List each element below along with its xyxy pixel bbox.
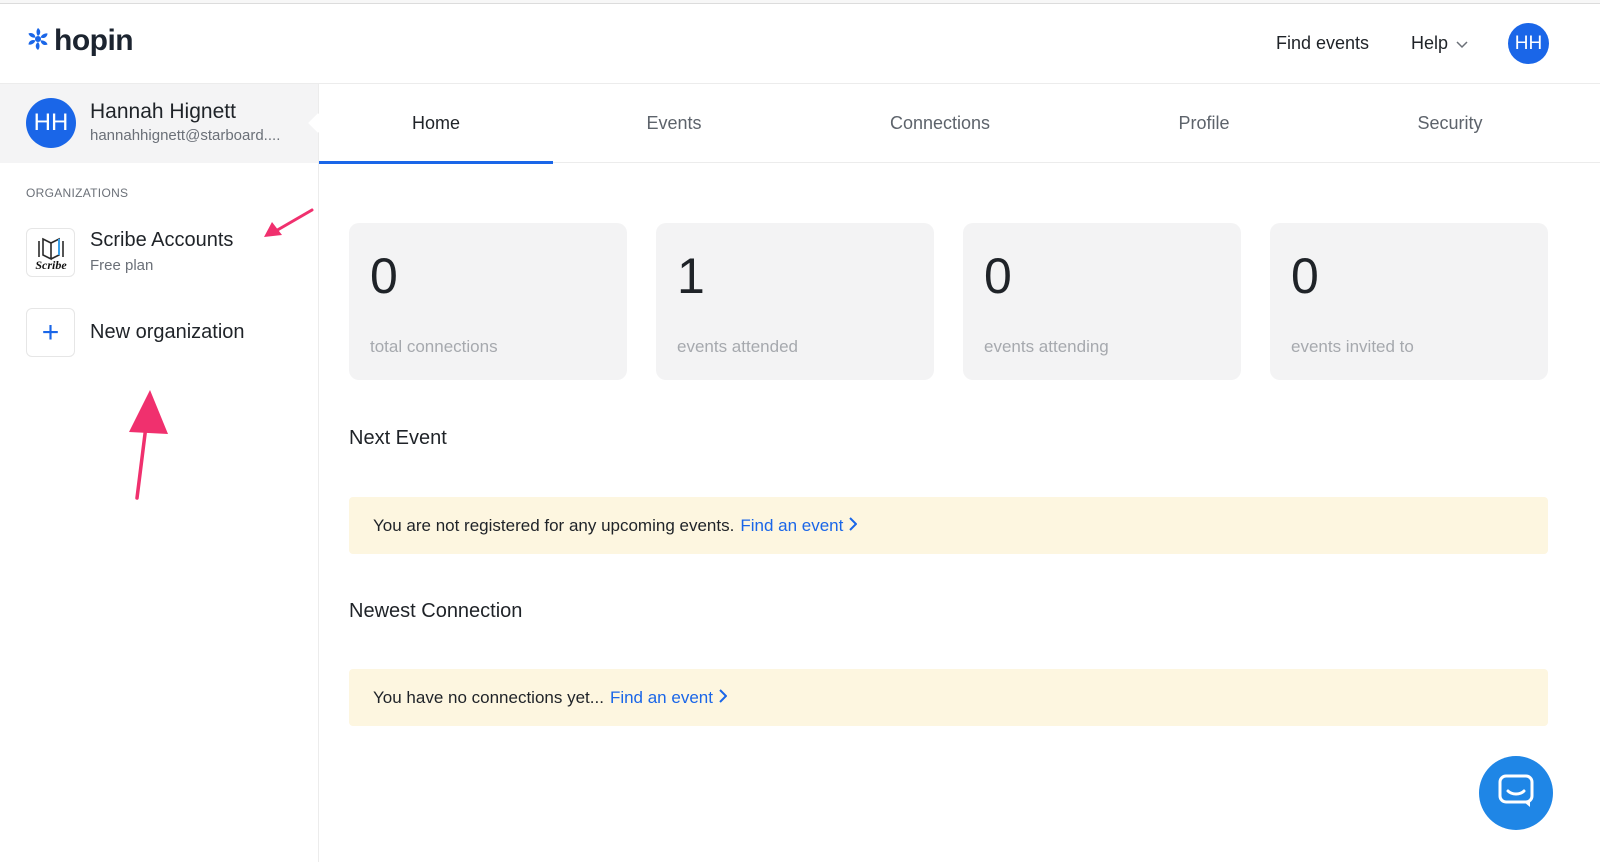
chat-icon	[1498, 774, 1534, 813]
next-event-message: You are not registered for any upcoming …	[373, 515, 735, 535]
stat-value: 0	[370, 248, 398, 304]
tab-security[interactable]: Security	[1323, 84, 1577, 163]
tab-bar: Home Events Connections Profile Security	[319, 84, 1600, 164]
organizations-heading: ORGANIZATIONS	[26, 186, 129, 200]
plus-icon: +	[26, 308, 75, 357]
org-plan: Free plan	[90, 257, 154, 274]
tab-connections[interactable]: Connections	[795, 84, 1085, 163]
stat-value: 1	[677, 248, 705, 304]
newest-connection-message: You have no connections yet...	[373, 687, 604, 707]
annotation-arrow-icon	[129, 390, 168, 500]
org-name: Scribe Accounts	[90, 229, 234, 251]
next-event-notice: You are not registered for any upcoming …	[349, 497, 1548, 554]
scribe-logo-text: Scribe	[35, 258, 67, 272]
scribe-logo: Scribe	[26, 228, 75, 277]
chevron-right-icon	[719, 688, 728, 708]
stat-value: 0	[984, 248, 1012, 304]
stat-value: 0	[1291, 248, 1319, 304]
chevron-down-icon	[1456, 33, 1468, 54]
annotation-arrow-icon	[264, 208, 314, 237]
stat-card-events-attended: 1 events attended	[656, 223, 934, 380]
stat-label: events attending	[984, 337, 1109, 356]
help-label: Help	[1411, 33, 1449, 53]
stat-label: total connections	[370, 337, 498, 356]
user-name: Hannah Hignett	[90, 100, 236, 123]
new-organization-label: New organization	[90, 321, 245, 343]
tab-home[interactable]: Home	[319, 84, 553, 164]
stat-card-total-connections: 0 total connections	[349, 223, 627, 380]
sidebar-item-scribe-accounts[interactable]: Scribe Scribe Accounts Free plan	[26, 226, 286, 278]
hopin-logo-icon	[26, 27, 50, 56]
stat-card-events-invited-to: 0 events invited to	[1270, 223, 1548, 380]
stat-label: events attended	[677, 337, 798, 356]
avatar: HH	[26, 98, 76, 148]
next-event-title: Next Event	[349, 427, 447, 449]
user-card[interactable]: HH Hannah Hignett hannahhignett@starboar…	[0, 84, 318, 163]
stat-label: events invited to	[1291, 337, 1414, 356]
account-avatar-button[interactable]: HH	[1508, 23, 1549, 64]
find-an-event-link[interactable]: Find an event	[609, 687, 728, 708]
chat-launcher-button[interactable]	[1479, 756, 1553, 830]
new-organization-button[interactable]: + New organization	[26, 308, 286, 358]
tab-profile[interactable]: Profile	[1085, 84, 1323, 163]
stat-card-events-attending: 0 events attending	[963, 223, 1241, 380]
find-an-event-label: Find an event	[740, 515, 844, 535]
tab-events[interactable]: Events	[553, 84, 795, 163]
top-header: hopin Find events Help HH	[0, 4, 1600, 84]
newest-connection-title: Newest Connection	[349, 600, 523, 622]
find-an-event-label: Find an event	[609, 687, 713, 707]
chevron-right-icon	[849, 516, 858, 536]
find-an-event-link[interactable]: Find an event	[740, 515, 858, 536]
logo-wordmark: hopin	[54, 24, 134, 57]
newest-connection-notice: You have no connections yet... Find an e…	[349, 669, 1548, 726]
user-email: hannahhignett@starboard....	[90, 127, 281, 144]
help-menu[interactable]: Help	[1411, 33, 1468, 54]
hopin-logo[interactable]: hopin	[26, 24, 134, 58]
find-events-link[interactable]: Find events	[1276, 33, 1369, 54]
